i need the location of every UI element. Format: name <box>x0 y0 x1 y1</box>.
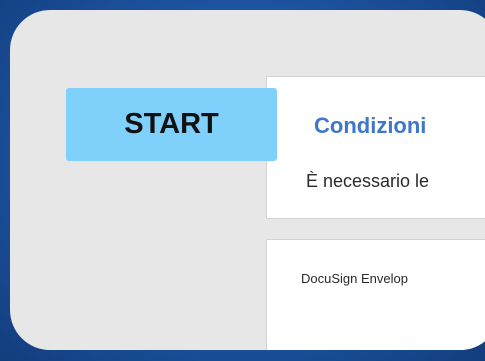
start-button[interactable]: START <box>66 88 277 161</box>
agreement-header-panel: Condizioni È necessario le <box>266 76 485 219</box>
agreement-title: Condizioni <box>314 113 427 138</box>
app-window: Condizioni È necessario le DocuSign Enve… <box>10 10 485 350</box>
docusign-envelope-text: DocuSign Envelop <box>301 271 408 286</box>
agreement-subtitle: È necessario le <box>306 171 430 191</box>
document-panel: DocuSign Envelop <box>266 239 485 350</box>
